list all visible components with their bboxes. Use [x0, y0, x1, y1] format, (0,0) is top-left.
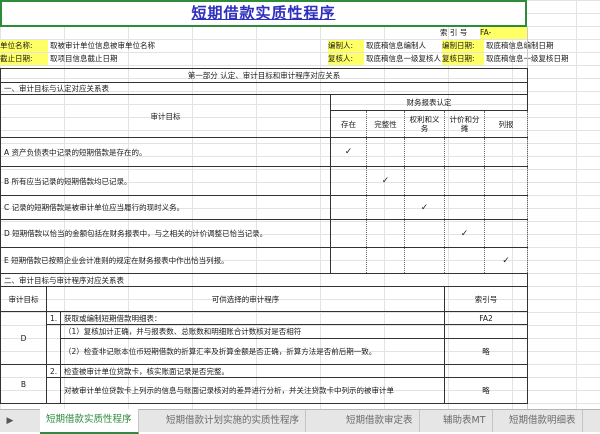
proc-header: 可供选择的审计程序 [46, 286, 445, 312]
check-mark: ✓ [444, 219, 485, 248]
sheet-title-cell[interactable]: 短期借款实质性程序 [0, 0, 527, 27]
review-date-label: 复核日期: [442, 53, 484, 65]
tab-scroll-right-icon[interactable]: ▶ [3, 413, 17, 429]
proc-spacer [46, 324, 61, 365]
table-row: （1）复核加计正确，并与报表数、总账数和明细账合计数核对是否相符 [1, 324, 529, 365]
table-row: A 资产负债表中记录的短期借款是存在的。 ✓ [0, 137, 529, 167]
check-cell [366, 137, 405, 167]
goal-a: A 资产负债表中记录的短期借款是存在的。 [0, 137, 331, 167]
check-cell [366, 219, 405, 248]
proc-spacer [46, 377, 61, 404]
proc-goal: B [0, 364, 47, 404]
procedure-table: 第一部分 认定、审计目标和审计程序对应关系 一、审计目标与认定对应关系表 审计目… [0, 68, 529, 404]
table-row: E 短期借款已按照企业会计准则的规定在财务报表中作出恰当列报。 ✓ [0, 247, 529, 274]
section2-heading: 二、审计目标与审计程序对应关系表 [0, 273, 529, 287]
table-row: （2）检查非记账本位币短期借款的折算汇率及折算金额是否正确，折算方法是否前后期一… [1, 338, 529, 365]
check-cell [444, 137, 485, 167]
check-cell [330, 219, 367, 248]
goal-header: 审计目标 [0, 94, 331, 138]
check-cell [483, 195, 529, 220]
col-rights: 权利和义务 [404, 110, 445, 138]
proc-title[interactable]: 检查被审计单位贷款卡，核实账面记录是否完整。 [60, 364, 445, 378]
ref-label: 索 引 号 [440, 28, 468, 37]
col-completeness: 完整性 [366, 110, 405, 138]
proc-num: 1. [46, 311, 61, 325]
sheet-title: 短期借款实质性程序 [191, 4, 336, 22]
proc-item[interactable]: 对被审计单位贷款卡上列示的信息与账面记录核对的差异进行分析，并关注贷款卡中列示的… [60, 377, 445, 404]
financial-assertion-header: 财务报表认定 [329, 94, 529, 111]
compiler-value[interactable]: 取底稿信息编制人 [366, 40, 442, 52]
tab-planned-procedures[interactable]: 短期借款计划实施的实质性程序 [160, 410, 307, 432]
check-mark: ✓ [483, 247, 529, 274]
table-row: D 1. 获取或编制短期借款明细表： FA2 [0, 311, 529, 365]
col-presentation: 列报 [483, 110, 529, 138]
unit-label: 单位名称: [0, 40, 48, 52]
proc-num: 2. [46, 364, 61, 378]
goal-b: B 所有应当记录的短期借款均已记录。 [0, 166, 331, 196]
review-date-value[interactable]: 取底稿信息一级复核日期 [486, 53, 600, 65]
proc-ref[interactable] [443, 364, 529, 378]
part1-heading: 第一部分 认定、审计目标和审计程序对应关系 [0, 68, 529, 83]
reviewer-value[interactable]: 取底稿信息一级复核人 [366, 53, 442, 65]
goal-c: C 记录的短期借款是被审计单位应当履行的现时义务。 [0, 195, 331, 220]
compile-date-value[interactable]: 取底稿信息编制日期 [486, 40, 600, 52]
check-cell [366, 195, 405, 220]
check-cell [483, 166, 529, 196]
section1-heading: 一、审计目标与认定对应关系表 [0, 82, 529, 95]
table-row: D 短期借款以恰当的金额包括在财务报表中，与之相关的计价调整已恰当记录。 ✓ [0, 219, 529, 248]
proc-title[interactable]: 获取或编制短期借款明细表： [60, 311, 445, 325]
check-cell [330, 166, 367, 196]
reviewer-label: 复核人: [328, 53, 364, 65]
proc-goal: D [0, 311, 47, 365]
proc-item[interactable]: （2）检查非记账本位币短期借款的折算汇率及折算金额是否正确，折算方法是否前后期一… [60, 338, 445, 365]
ref-header: 索引号 [443, 286, 529, 312]
cutoff-label: 截止日期: [0, 53, 48, 65]
compiler-label: 编制人: [328, 40, 364, 52]
table-row: C 记录的短期借款是被审计单位应当履行的现时义务。 ✓ [0, 195, 529, 220]
check-cell [444, 195, 485, 220]
check-cell [404, 166, 445, 196]
goal-e: E 短期借款已按照企业会计准则的规定在财务报表中作出恰当列报。 [0, 247, 331, 274]
check-cell [366, 247, 405, 274]
proc-item-ref[interactable] [443, 324, 529, 339]
check-mark: ✓ [366, 166, 405, 196]
unit-value[interactable]: 取被审计单位信息被审单位名称 [50, 40, 320, 52]
tab-short-term-loan-procedures[interactable]: 短期借款实质性程序 [40, 409, 139, 434]
col-existence: 存在 [330, 110, 367, 138]
check-cell [483, 219, 529, 248]
table-row: B 所有应当记录的短期借款均已记录。 ✓ [0, 166, 529, 196]
proc-item[interactable]: （1）复核加计正确，并与报表数、总账数和明细账合计数核对是否相符 [60, 324, 445, 339]
check-mark: ✓ [330, 137, 367, 167]
goal-d: D 短期借款以恰当的金额包括在财务报表中，与之相关的计价调整已恰当记录。 [0, 219, 331, 248]
tab-auxiliary-mt[interactable]: 辅助表MT [437, 410, 493, 432]
col-valuation: 计价和分摊 [444, 110, 485, 138]
compile-date-label: 编制日期: [442, 40, 484, 52]
check-cell [404, 137, 445, 167]
proc-goal-header: 审计目标 [0, 286, 47, 312]
table-row: 对被审计单位贷款卡上列示的信息与账面记录核对的差异进行分析，并关注贷款卡中列示的… [1, 377, 529, 404]
sheet-tab-bar: ▶ 短期借款实质性程序 短期借款计划实施的实质性程序 短期借款审定表 辅助表MT… [0, 409, 600, 434]
cutoff-value[interactable]: 取项目信息截止日期 [50, 53, 320, 65]
check-cell [444, 166, 485, 196]
ref-value[interactable]: FA- [480, 27, 528, 39]
proc-item-ref[interactable]: 略 [443, 338, 529, 365]
proc-ref[interactable]: FA2 [443, 311, 529, 325]
check-cell [330, 195, 367, 220]
proc-item-ref[interactable]: 略 [443, 377, 529, 404]
check-cell [404, 219, 445, 248]
tab-audited-table[interactable]: 短期借款审定表 [340, 410, 420, 432]
check-cell [330, 247, 367, 274]
tab-detail-table[interactable]: 短期借款明细表 [503, 410, 583, 432]
check-cell [444, 247, 485, 274]
check-cell [483, 137, 529, 167]
table-row: B 2. 检查被审计单位贷款卡，核实账面记录是否完整。 [0, 364, 529, 404]
check-cell [404, 247, 445, 274]
check-mark: ✓ [404, 195, 445, 220]
